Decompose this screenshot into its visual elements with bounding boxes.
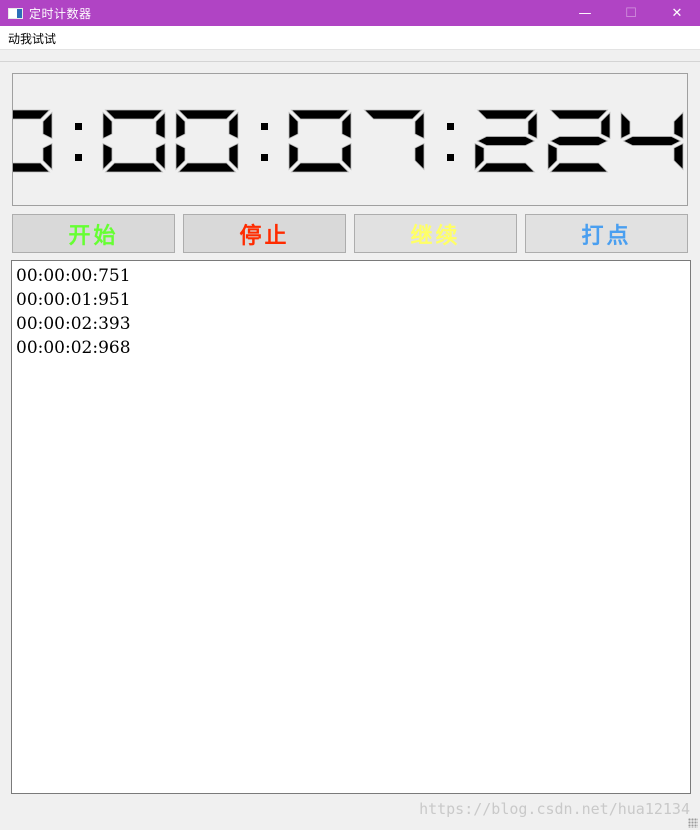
lcd-digit-2-segment-a [104, 109, 164, 120]
control-buttons: 开始 停止 继续 打点 [12, 214, 688, 253]
lcd-digit-1-segment-d [13, 162, 51, 173]
lcd-digit-4-segment-f [288, 111, 299, 140]
lcd-digit-6-segment-d [476, 162, 536, 173]
lcd-digit-2-segment-e [102, 142, 113, 171]
lcd-digit-4-segment-b [341, 111, 352, 140]
watermark: https://blog.csdn.net/hua12134 [419, 800, 690, 818]
lcd-digit-8-segment-b [673, 111, 684, 140]
lap-entry-2: 00:00:01:951 [16, 290, 131, 310]
lcd-digit-2-segment-f [102, 111, 113, 140]
lcd-colon-dot [447, 123, 454, 130]
lcd-digit-8-segment-f [620, 111, 631, 140]
lcd-digit-2-segment-b [155, 111, 166, 140]
lcd-digit-6-segment-a [476, 109, 536, 120]
lcd-digit-1-segment-c [42, 142, 53, 171]
timer-display [12, 73, 688, 206]
stop-button[interactable]: 停止 [183, 214, 346, 253]
lcd-digit-5-segment-b [414, 111, 425, 140]
lcd-readout [13, 109, 684, 173]
lcd-digit-7-segment-d [549, 162, 609, 173]
window-title: 定时计数器 [29, 6, 92, 21]
title-bar: 定时计数器 — ☐ ✕ [0, 0, 700, 26]
lcd-digit-3-segment-b [228, 111, 239, 140]
lap-entry-1: 00:00:00:751 [16, 266, 131, 286]
minimize-icon: — [578, 5, 592, 21]
lcd-digit-7-segment-a [549, 109, 609, 120]
lcd-digit-6-segment-g [476, 136, 536, 146]
lcd-digit-3-segment-c [228, 142, 239, 171]
lcd-colon-dot [261, 123, 268, 130]
lap-log[interactable]: 00:00:00:751 00:00:01:951 00:00:02:393 0… [11, 260, 691, 794]
lcd-digit-8-segment-g [622, 136, 682, 146]
close-button[interactable]: ✕ [654, 0, 700, 26]
lcd-digit-1-segment-b [42, 111, 53, 140]
maximize-button[interactable]: ☐ [608, 0, 654, 26]
close-icon: ✕ [671, 5, 683, 21]
menu-bar: 动我试试 [0, 26, 700, 50]
lcd-digit-7-segment-e [547, 142, 558, 171]
lcd-digit-7-segment-b [600, 111, 611, 140]
window-controls: — ☐ ✕ [562, 0, 700, 26]
resume-button[interactable]: 继续 [354, 214, 517, 253]
lcd-digit-6-segment-b [527, 111, 538, 140]
lcd-colon-dot [75, 123, 82, 130]
lcd-digit-2-segment-d [104, 162, 164, 173]
lcd-digit-2-segment-c [155, 142, 166, 171]
lcd-digit-5-segment-a [363, 109, 423, 120]
lap-entry-3: 00:00:02:393 [16, 314, 131, 334]
lcd-digit-6-segment-e [474, 142, 485, 171]
lcd-digit-3-segment-d [177, 162, 237, 173]
toolbar-separator [0, 61, 700, 62]
maximize-icon: ☐ [625, 5, 637, 21]
lcd-digit-5-segment-c [414, 142, 425, 171]
lap-entry-4: 00:00:02:968 [16, 338, 131, 358]
start-button[interactable]: 开始 [12, 214, 175, 253]
lcd-digit-4-segment-d [290, 162, 350, 173]
lcd-digit-4-segment-a [290, 109, 350, 120]
lcd-digit-1-segment-a [13, 109, 51, 120]
lcd-digit-4-segment-e [288, 142, 299, 171]
lcd-digit-7-segment-g [549, 136, 609, 146]
lcd-colon-dot [75, 154, 82, 161]
lcd-digit-3-segment-a [177, 109, 237, 120]
menu-item-try-me[interactable]: 动我试试 [3, 30, 61, 47]
lap-button[interactable]: 打点 [525, 214, 688, 253]
lcd-digit-8-segment-c [673, 142, 684, 171]
lcd-colon-dot [261, 154, 268, 161]
lcd-digit-3-segment-e [175, 142, 186, 171]
minimize-button[interactable]: — [562, 0, 608, 26]
lcd-colon-dot [447, 154, 454, 161]
app-icon [8, 7, 23, 19]
resize-grip[interactable] [688, 818, 698, 828]
lcd-digit-4-segment-c [341, 142, 352, 171]
lcd-digit-3-segment-f [175, 111, 186, 140]
